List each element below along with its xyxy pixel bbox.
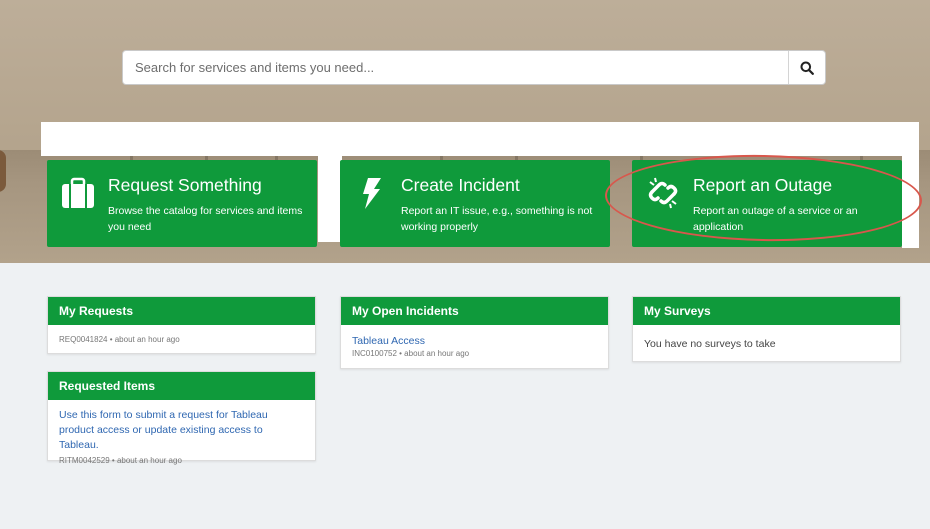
my-requests-widget: My Requests REQ0041824 • about an hour a… xyxy=(47,296,316,354)
search-icon xyxy=(800,61,814,75)
my-surveys-widget: My Surveys You have no surveys to take xyxy=(632,296,901,362)
requested-items-widget: Requested Items Use this form to submit … xyxy=(47,371,316,465)
tile-title: Report an Outage xyxy=(693,175,833,195)
requested-item-meta: RITM0042529 • about an hour ago xyxy=(59,456,182,465)
surveys-empty-text: You have no surveys to take xyxy=(644,338,776,350)
tile-description: Browse the catalog for services and item… xyxy=(108,205,303,233)
tile-title: Create Incident xyxy=(401,175,520,195)
search-bar xyxy=(122,50,826,85)
briefcase-icon xyxy=(62,177,94,208)
widget-title: My Surveys xyxy=(633,297,900,325)
tile-description: Report an IT issue, e.g., something is n… xyxy=(401,205,593,233)
incident-link[interactable]: Tableau Access xyxy=(352,334,597,349)
widget-title: My Requests xyxy=(48,297,315,325)
tiles-panel-gap xyxy=(318,156,342,242)
incident-meta: INC0100752 • about an hour ago xyxy=(352,349,470,358)
tile-title: Request Something xyxy=(108,175,262,195)
lightning-icon xyxy=(363,178,381,209)
search-button[interactable] xyxy=(788,51,825,84)
widget-title: Requested Items xyxy=(48,372,315,400)
tiles-panel xyxy=(41,122,919,156)
request-something-tile[interactable]: Request Something Browse the catalog for… xyxy=(47,160,317,247)
hero-decor xyxy=(0,150,6,192)
tile-description: Report an outage of a service or an appl… xyxy=(693,205,858,233)
broken-link-icon xyxy=(648,177,678,209)
requested-item-link[interactable]: Use this form to submit a request for Ta… xyxy=(59,408,304,453)
my-open-incidents-widget: My Open Incidents Tableau Access INC0100… xyxy=(340,296,609,369)
report-outage-tile[interactable]: Report an Outage Report an outage of a s… xyxy=(632,160,902,247)
tiles-panel-edge xyxy=(902,156,919,248)
create-incident-tile[interactable]: Create Incident Report an IT issue, e.g.… xyxy=(340,160,610,247)
request-meta: REQ0041824 • about an hour ago xyxy=(59,335,180,344)
widget-title: My Open Incidents xyxy=(341,297,608,325)
search-input[interactable] xyxy=(123,51,788,84)
